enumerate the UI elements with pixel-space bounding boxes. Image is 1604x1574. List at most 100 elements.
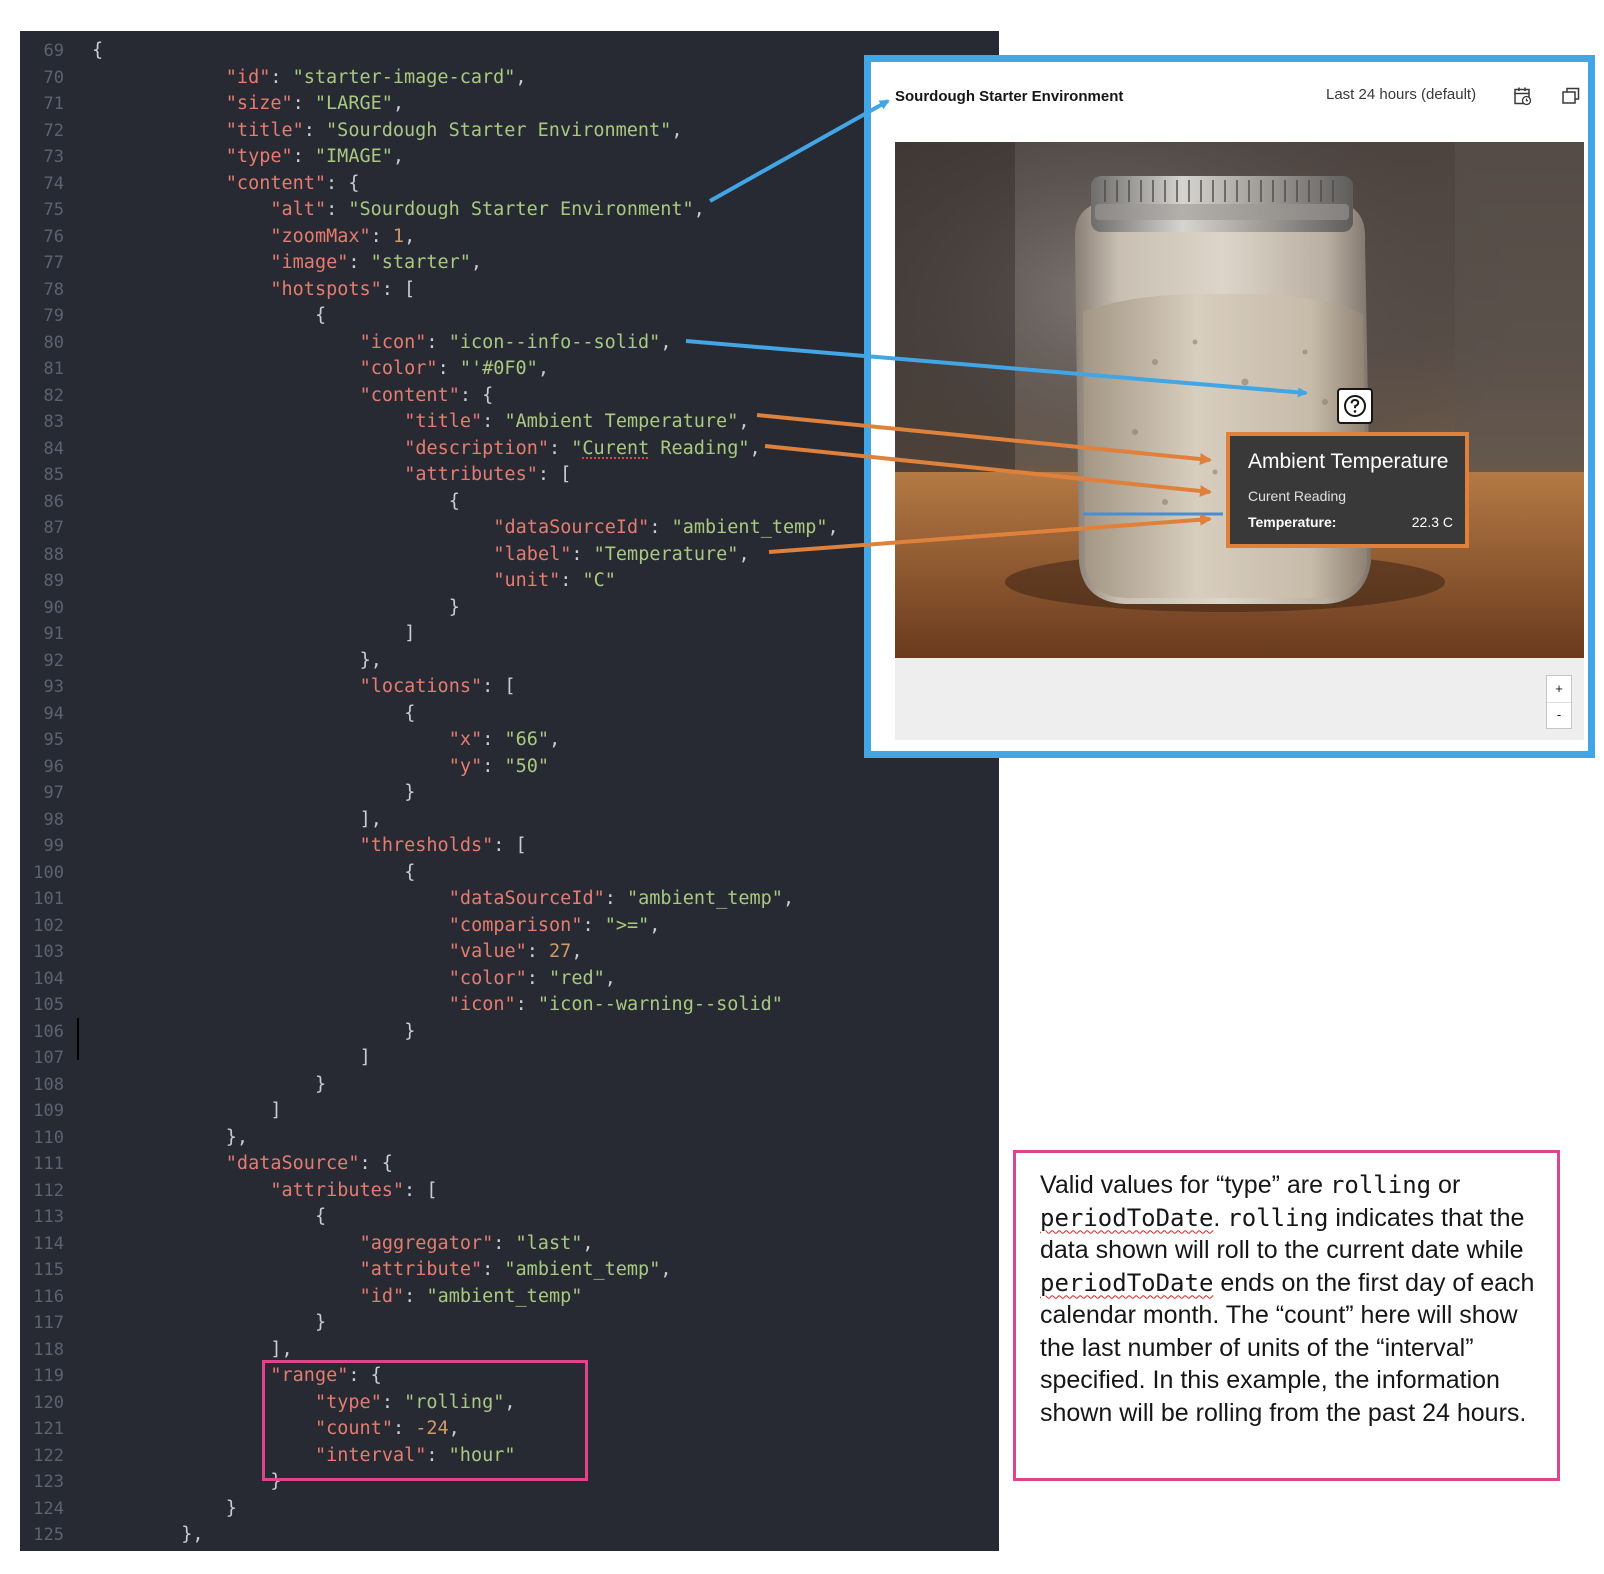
code-token: "hotspots" [270, 278, 382, 300]
code-token: : [ [482, 676, 516, 697]
code-token: "unit" [493, 570, 561, 591]
line-number: 105 [33, 995, 64, 1015]
code-text: { [315, 303, 326, 330]
code-token: "C" [582, 570, 616, 591]
hotspot-button[interactable] [1337, 388, 1373, 424]
zoom-out-button[interactable]: - [1547, 702, 1571, 728]
code-line: 104 "color": "red", [20, 966, 999, 993]
code-text: } [404, 780, 415, 807]
code-line: 116 "id": "ambient_temp" [20, 1284, 999, 1311]
code-token: "66" [504, 729, 550, 750]
code-text: "unit": "C" [493, 568, 616, 595]
code-token: "IMAGE" [314, 146, 393, 167]
line-number: 88 [43, 544, 64, 565]
tooltip-description: Curent Reading [1248, 488, 1347, 504]
code-line: 125}, [20, 1522, 999, 1549]
zoom-controls: + - [1546, 675, 1572, 729]
code-token: "alt" [270, 199, 327, 220]
code-text: ] [270, 1098, 281, 1125]
line-number: 76 [43, 226, 64, 247]
line-number: 123 [33, 1472, 64, 1492]
line-number: 91 [43, 624, 64, 644]
code-line: 113 { [20, 1204, 999, 1231]
code-token: , [392, 146, 405, 167]
code-token: "description" [404, 437, 549, 459]
line-number: 120 [33, 1392, 64, 1413]
line-number: 70 [43, 67, 64, 88]
line-number: 124 [33, 1498, 64, 1519]
code-token: "content" [359, 384, 460, 406]
code-token: "title" [225, 119, 304, 141]
line-number: 83 [43, 412, 64, 432]
code-text: "comparison": ">=", [449, 913, 661, 940]
code-token: "LARGE" [314, 93, 393, 114]
code-text: "color": "red", [449, 966, 616, 993]
code-editor[interactable]: 69 {70 "id": "starter-image-card", 71 "size"… [20, 31, 999, 1551]
code-line: 97} [20, 780, 999, 807]
code-text: "content": { [226, 171, 360, 198]
code-token: { [92, 40, 104, 61]
line-number: 107 [33, 1048, 64, 1068]
code-text: ] [404, 621, 415, 648]
code-line: 85 "attributes": [ [20, 462, 999, 489]
code-token: { [448, 490, 460, 512]
code-token: : [649, 517, 672, 538]
line-number: 73 [43, 147, 64, 167]
code-token: }, [359, 649, 382, 671]
code-token: , [660, 1259, 672, 1280]
code-token: } [404, 782, 416, 803]
calendar-icon[interactable] [1513, 86, 1533, 106]
code-token: "starter" [370, 252, 471, 273]
code-token: "image" [270, 252, 349, 273]
zoom-in-button[interactable]: + [1547, 676, 1571, 703]
code-text: { [315, 1204, 326, 1231]
code-line: 124} [20, 1496, 999, 1523]
code-line: 71 "size": "LARGE", [20, 91, 999, 118]
code-text: { [404, 860, 415, 887]
code-line: 105 "icon": "icon--warning--solid" [20, 992, 999, 1019]
code-token: }, [225, 1126, 249, 1148]
code-token: : { [359, 1153, 393, 1174]
code-token: : [ [404, 1179, 438, 1201]
code-text: "value": 27, [449, 939, 583, 966]
code-token: "icon--warning--solid" [537, 994, 783, 1015]
code-token: , [404, 225, 416, 247]
code-token: } [448, 596, 460, 618]
code-token: : [604, 888, 628, 909]
code-line: 117} [20, 1310, 999, 1337]
code-text: "dataSourceId": "ambient_temp", [449, 886, 794, 913]
code-token: , [738, 411, 750, 432]
code-token: "icon" [359, 331, 427, 353]
code-line: 110}, [20, 1125, 999, 1152]
image-viewer[interactable]: Ambient Temperature Curent Reading Tempe… [895, 142, 1584, 740]
code-text: "color": "'#0F0", [360, 356, 549, 383]
code-token: "color" [448, 967, 527, 989]
code-text: "aggregator": "last", [360, 1231, 594, 1258]
code-line: 78 "hotspots": [ [20, 277, 999, 304]
code-token: : [482, 411, 505, 432]
code-token: : [270, 66, 293, 88]
code-line: 95 "x": "66", [20, 727, 999, 754]
code-text: "attribute": "ambient_temp", [360, 1257, 672, 1284]
note-text-run: Valid values for “type” are [1040, 1171, 1330, 1199]
line-number: 115 [33, 1260, 64, 1280]
line-number: 117 [33, 1313, 64, 1333]
code-text: "attributes": [ [404, 462, 571, 489]
code-line: 100 { [20, 860, 999, 887]
line-number: 116 [33, 1286, 64, 1307]
line-number: 87 [43, 518, 64, 538]
code-line: 79 { [20, 303, 999, 330]
code-token: }, [181, 1524, 204, 1545]
note-code-term: rolling [1329, 1171, 1432, 1199]
code-token: } [315, 1312, 327, 1333]
code-line: 83 "title": "Ambient Temperature", [20, 409, 999, 436]
time-range-label[interactable]: Last 24 hours (default) [1326, 86, 1476, 103]
line-number: 109 [33, 1101, 64, 1121]
line-number: 99 [43, 836, 64, 856]
expand-icon[interactable] [1561, 86, 1581, 106]
code-token: : [426, 331, 449, 353]
code-text: } [315, 1072, 326, 1099]
code-line: 94 { [20, 701, 999, 728]
code-token: "ambient_temp" [671, 517, 828, 538]
line-number: 114 [33, 1233, 64, 1254]
